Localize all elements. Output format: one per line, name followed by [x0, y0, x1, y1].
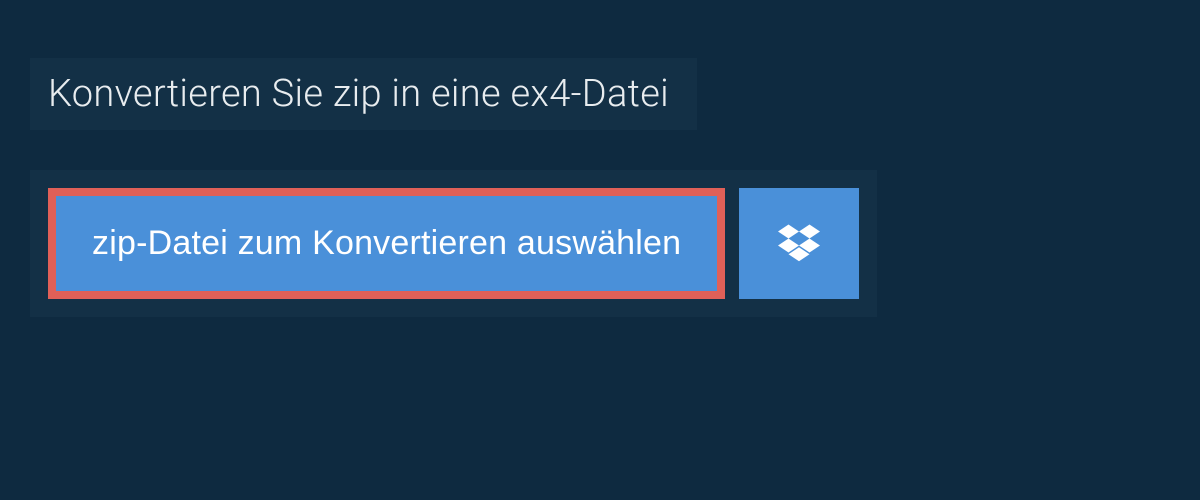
dropbox-icon	[778, 221, 820, 266]
file-select-button-row: zip-Datei zum Konvertieren auswählen	[30, 170, 877, 317]
select-file-button[interactable]: zip-Datei zum Konvertieren auswählen	[48, 188, 725, 299]
dropbox-button[interactable]	[739, 188, 859, 299]
page-heading: Konvertieren Sie zip in eine ex4-Datei	[30, 58, 697, 130]
